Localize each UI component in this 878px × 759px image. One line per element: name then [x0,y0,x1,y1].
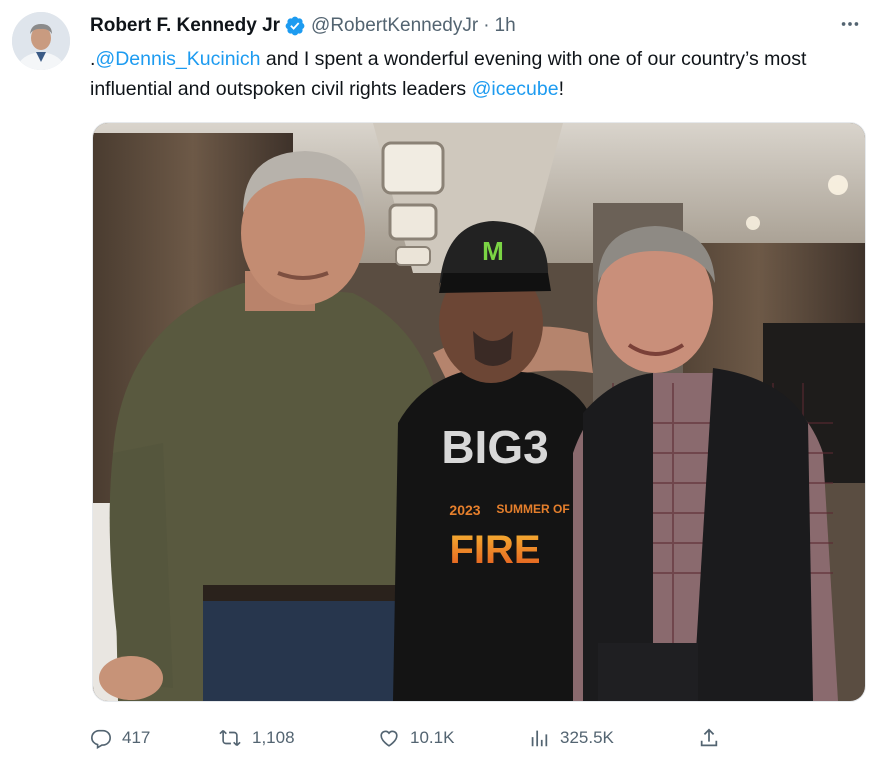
reply-icon [91,729,111,749]
mention-dennis-kucinich[interactable]: @Dennis_Kucinich [95,48,260,70]
avatar[interactable] [12,12,70,70]
timestamp[interactable]: 1h [495,15,516,37]
reply-button[interactable]: 417 [90,727,218,749]
tweet-header: Robert F. Kennedy Jr @RobertKennedyJr · … [90,13,866,39]
reply-count: 417 [122,728,151,747]
views-icon [531,730,548,747]
avatar-photo [12,12,70,70]
like-count: 10.1K [410,728,455,747]
share-button[interactable] [698,727,730,749]
views-count: 325.5K [560,728,614,747]
views-button[interactable]: 325.5K [528,727,698,749]
like-button[interactable]: 10.1K [378,727,528,749]
repost-button[interactable]: 1,108 [218,727,378,749]
group-photo: M BIG3 2023 SUMMER OF FIRE [93,123,865,701]
repost-icon [219,729,241,747]
separator-dot: · [483,15,490,36]
verified-icon [285,16,305,36]
repost-count: 1,108 [252,728,295,747]
shirt-big3-text: BIG3 [441,421,548,473]
tweet-text: .@Dennis_Kucinich and I spent a wonderfu… [90,44,860,104]
shirt-summer-text: SUMMER OF [496,502,569,516]
like-icon [380,730,398,747]
tweet-actions: 417 1,108 10.1K 325.5K [90,722,850,754]
more-button[interactable] [836,10,864,38]
shirt-year-text: 2023 [449,502,480,518]
shirt-fire-text: FIRE [449,528,540,572]
cap-logo: M [482,236,504,266]
mention-icecube[interactable]: @icecube [472,78,559,100]
share-icon [700,728,718,747]
author-name[interactable]: Robert F. Kennedy Jr [90,15,280,37]
tweet-text-part: ! [558,78,564,100]
tweet-photo[interactable]: M BIG3 2023 SUMMER OF FIRE [92,122,866,702]
more-icon [841,22,859,26]
author-handle[interactable]: @RobertKennedyJr [311,15,478,37]
